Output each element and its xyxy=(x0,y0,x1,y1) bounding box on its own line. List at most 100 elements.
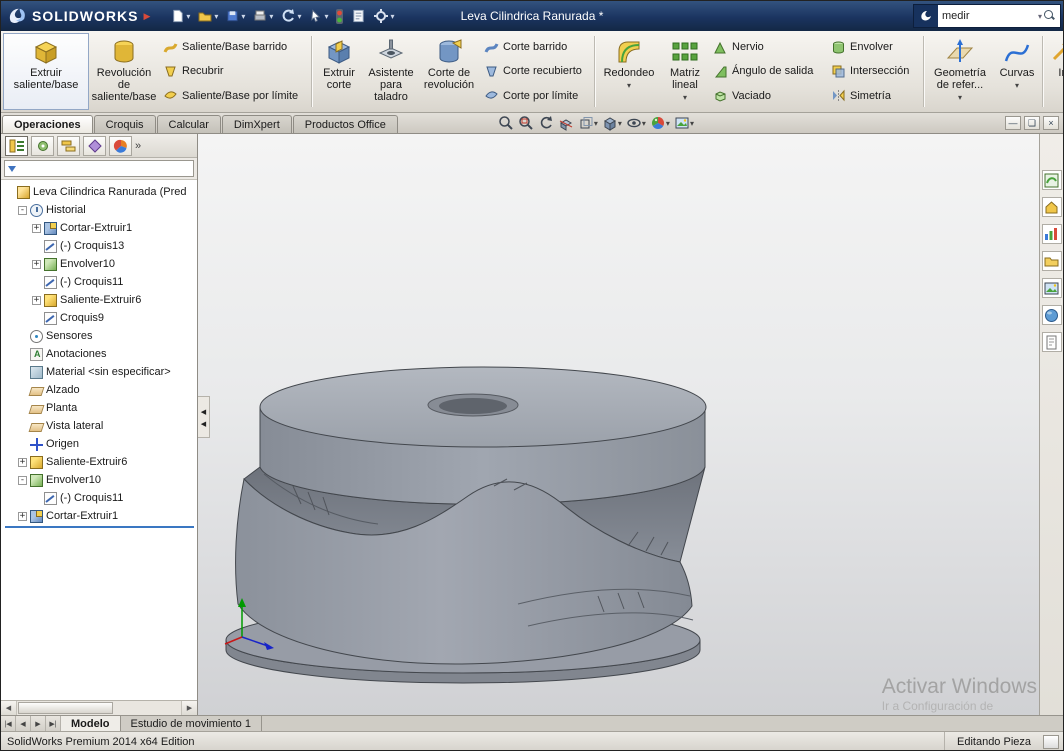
chevron-down-icon[interactable] xyxy=(323,10,328,22)
display-manager-tab[interactable] xyxy=(109,135,132,156)
search-box[interactable] xyxy=(913,4,1061,28)
draft-button[interactable]: Ángulo de salida xyxy=(709,60,827,83)
tree-item-croquis11-2[interactable]: (-) Croquis11 xyxy=(3,489,197,507)
chevron-down-icon[interactable] xyxy=(690,117,694,129)
new-document-button[interactable] xyxy=(168,5,192,27)
print-button[interactable] xyxy=(250,5,275,27)
expand-icon[interactable]: + xyxy=(32,223,41,233)
chevron-down-icon[interactable] xyxy=(389,10,394,22)
chevron-down-icon[interactable] xyxy=(666,117,670,129)
design-library-button[interactable] xyxy=(1041,197,1062,217)
search-icon[interactable] xyxy=(1044,10,1056,22)
tree-item-envolver10-2[interactable]: - Envolver10 xyxy=(3,471,197,489)
menu-flyout-arrow-icon[interactable] xyxy=(143,10,150,22)
rollback-bar[interactable] xyxy=(5,526,194,528)
boundary-boss-button[interactable]: Saliente/Base por límite xyxy=(159,84,309,107)
swept-boss-button[interactable]: Saliente/Base barrido xyxy=(159,36,309,59)
tree-item-saliente-extruir6[interactable]: + Saliente-Extruir6 xyxy=(3,291,197,309)
feature-manager-tab[interactable] xyxy=(5,135,28,156)
chevron-down-icon[interactable] xyxy=(958,91,962,104)
hide-show-items-button[interactable] xyxy=(626,115,646,131)
appearances-button[interactable] xyxy=(1041,305,1062,325)
tree-item-cortar-extruir1-2[interactable]: + Cortar-Extruir1 xyxy=(3,507,197,525)
hole-wizard-button[interactable]: Asistente para taladro xyxy=(364,33,418,110)
tab-croquis[interactable]: Croquis xyxy=(93,115,156,133)
undo-button[interactable] xyxy=(278,5,303,27)
restore-document-button[interactable]: ❏ xyxy=(1024,116,1040,130)
scroll-right-button[interactable] xyxy=(181,701,197,715)
dimxpert-manager-tab[interactable] xyxy=(83,135,106,156)
chevron-down-icon[interactable] xyxy=(240,10,245,22)
tree-item-alzado[interactable]: Alzado xyxy=(3,381,197,399)
tree-item-saliente-extruir6-2[interactable]: + Saliente-Extruir6 xyxy=(3,453,197,471)
tree-item-planta[interactable]: Planta xyxy=(3,399,197,417)
tab-estudio-de-movimiento[interactable]: Estudio de movimiento 1 xyxy=(121,716,262,731)
chevron-down-icon[interactable] xyxy=(1015,79,1019,92)
shell-button[interactable]: Vaciado xyxy=(709,84,827,107)
tab-calcular[interactable]: Calcular xyxy=(156,115,221,133)
filter-box[interactable] xyxy=(4,160,194,177)
scrollbar-thumb[interactable] xyxy=(18,702,114,714)
select-button[interactable] xyxy=(306,5,330,27)
previous-view-button[interactable] xyxy=(538,115,554,131)
chevron-down-icon[interactable] xyxy=(296,10,301,22)
tree-item-cortar-extruir1[interactable]: + Cortar-Extruir1 xyxy=(3,219,197,237)
search-input[interactable] xyxy=(938,5,1038,27)
panel-horizontal-scrollbar[interactable] xyxy=(1,700,197,715)
boundary-cut-button[interactable]: Corte por límite xyxy=(480,84,592,107)
fillet-button[interactable]: Redondeo xyxy=(597,33,661,110)
tree-item-origen[interactable]: Origen xyxy=(3,435,197,453)
panel-overflow-chevron-icon[interactable] xyxy=(135,140,141,152)
property-manager-tab[interactable] xyxy=(31,135,54,156)
graphics-viewport[interactable]: Activar Windows Ir a Configuración de xyxy=(198,134,1041,715)
tree-item-material[interactable]: Material <sin especificar> xyxy=(3,363,197,381)
extruded-cut-button[interactable]: Extruir corte xyxy=(314,33,364,110)
custom-properties-button[interactable] xyxy=(1041,332,1062,352)
reference-geometry-button[interactable]: Geometría de refer... xyxy=(926,33,994,110)
collapse-icon[interactable]: - xyxy=(18,205,27,215)
zoom-fit-button[interactable] xyxy=(498,115,514,131)
panel-splitter-handle[interactable] xyxy=(198,396,210,438)
tab-productos-office[interactable]: Productos Office xyxy=(292,115,398,133)
scenes-button[interactable] xyxy=(1041,278,1062,298)
tree-item-sensores[interactable]: Sensores xyxy=(3,327,197,345)
curves-button[interactable]: Curvas xyxy=(994,33,1040,110)
search-scope-button[interactable] xyxy=(914,5,938,27)
zoom-area-button[interactable] xyxy=(518,115,534,131)
expand-icon[interactable]: + xyxy=(18,511,27,521)
chevron-down-icon[interactable] xyxy=(642,117,646,129)
chevron-down-icon[interactable] xyxy=(618,117,622,129)
next-tab-button[interactable] xyxy=(31,716,46,731)
chevron-down-icon[interactable] xyxy=(185,10,190,22)
open-button[interactable] xyxy=(195,5,220,27)
expand-icon[interactable]: + xyxy=(18,457,27,467)
options-button[interactable] xyxy=(371,5,396,27)
scrollbar-track[interactable] xyxy=(17,701,181,715)
collapse-icon[interactable]: - xyxy=(18,475,27,485)
tab-dimxpert[interactable]: DimXpert xyxy=(221,115,292,133)
previous-tab-button[interactable] xyxy=(16,716,31,731)
revolve-boss-button[interactable]: Revolución de saliente/base xyxy=(89,33,159,110)
apply-scene-button[interactable] xyxy=(674,115,694,131)
first-tab-button[interactable] xyxy=(1,716,16,731)
lofted-cut-button[interactable]: Corte recubierto xyxy=(480,60,592,83)
expand-icon[interactable]: + xyxy=(32,295,41,305)
chevron-down-icon[interactable] xyxy=(213,10,218,22)
tree-item-vista-lateral[interactable]: Vista lateral xyxy=(3,417,197,435)
mirror-button[interactable]: Simetría xyxy=(827,84,921,107)
minimize-document-button[interactable]: — xyxy=(1005,116,1021,130)
chevron-down-icon[interactable] xyxy=(594,117,598,129)
display-style-button[interactable] xyxy=(602,115,622,131)
instant3d-button[interactable]: In xyxy=(1045,33,1063,110)
chevron-down-icon[interactable] xyxy=(268,10,273,22)
tab-operaciones[interactable]: Operaciones xyxy=(2,115,93,133)
last-tab-button[interactable] xyxy=(46,716,61,731)
solidworks-resources-button[interactable] xyxy=(1041,170,1062,190)
chevron-down-icon[interactable] xyxy=(627,79,631,92)
linear-pattern-button[interactable]: Matriz lineal xyxy=(661,33,709,110)
rebuild-button[interactable] xyxy=(333,5,346,27)
tree-item-croquis9[interactable]: Croquis9 xyxy=(3,309,197,327)
tree-item-anotaciones[interactable]: Anotaciones xyxy=(3,345,197,363)
view-orientation-button[interactable] xyxy=(578,115,598,131)
tree-item-croquis11[interactable]: (-) Croquis11 xyxy=(3,273,197,291)
